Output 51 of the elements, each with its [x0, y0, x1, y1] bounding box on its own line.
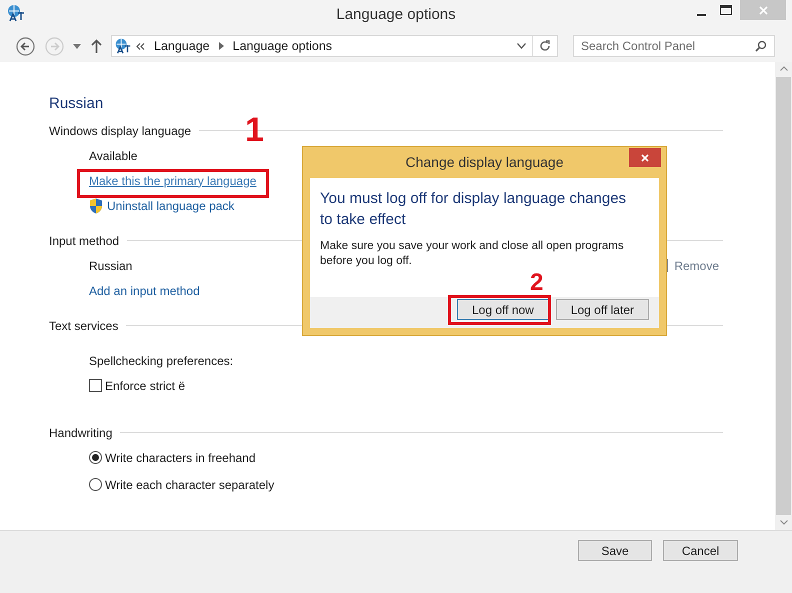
- search-field[interactable]: Search Control Panel: [573, 35, 775, 57]
- label: Available: [89, 148, 138, 164]
- maximize-icon[interactable]: [720, 5, 732, 15]
- dropdown-icon[interactable]: [517, 43, 526, 49]
- scrollbar[interactable]: [775, 62, 792, 530]
- radio-button[interactable]: [89, 478, 102, 491]
- cancel-button[interactable]: Cancel: [663, 540, 738, 561]
- radio-button[interactable]: [89, 451, 102, 464]
- scroll-up-icon[interactable]: [780, 66, 788, 71]
- scroll-down-icon[interactable]: [780, 520, 788, 525]
- scrollbar-thumb[interactable]: [776, 77, 791, 515]
- separator-icon: [218, 42, 224, 50]
- radio-label: Write characters in freehand: [105, 450, 256, 466]
- step-number: 1: [245, 113, 264, 147]
- breadcrumb-item[interactable]: Language: [154, 36, 210, 56]
- log-off-now-button[interactable]: Log off now: [457, 299, 549, 320]
- back-icon[interactable]: [16, 36, 35, 56]
- log-off-later-button[interactable]: Log off later: [556, 299, 649, 320]
- close-button[interactable]: [629, 148, 661, 167]
- save-button[interactable]: Save: [578, 540, 652, 561]
- dropdown-icon[interactable]: [73, 44, 81, 48]
- dialog-message: Make sure you save your work and close all open programs before you log off.: [320, 239, 625, 269]
- search-icon: [755, 40, 767, 52]
- link[interactable]: Uninstall language pack: [107, 196, 234, 214]
- language-icon: [114, 37, 132, 55]
- remove-link[interactable]: Remove: [674, 256, 719, 274]
- radio-label: Write each character separately: [105, 476, 274, 494]
- breadcrumb-item[interactable]: Language options: [232, 36, 332, 56]
- link[interactable]: Add an input method: [89, 282, 200, 300]
- up-arrow-icon[interactable]: [91, 39, 102, 53]
- refresh-icon[interactable]: [539, 40, 551, 52]
- dialog-heading: You must log off for display language changes to take effect: [320, 189, 628, 230]
- link[interactable]: Make this the primary language: [89, 172, 256, 190]
- shield-icon: [89, 198, 103, 214]
- section-title: Handwriting: [49, 424, 112, 442]
- checkbox-label: Enforce strict ë: [105, 378, 186, 394]
- window-title: Language options: [336, 4, 456, 25]
- label: Russian: [89, 258, 132, 274]
- checkbox[interactable]: [89, 379, 102, 392]
- language-icon: [6, 3, 26, 23]
- close-icon: [758, 6, 768, 14]
- dialog-title: Change display language: [405, 153, 564, 172]
- section-title: Input method: [49, 232, 120, 250]
- chevron-icon: [136, 42, 145, 50]
- language-heading: Russian: [49, 94, 104, 114]
- section-title: Text services: [49, 318, 118, 334]
- close-icon: [641, 154, 649, 162]
- label: Spellchecking preferences:: [89, 352, 234, 370]
- step-number: 2: [530, 271, 544, 295]
- address-bar[interactable]: Language Language options: [111, 35, 558, 57]
- section-title: Windows display language: [49, 122, 192, 140]
